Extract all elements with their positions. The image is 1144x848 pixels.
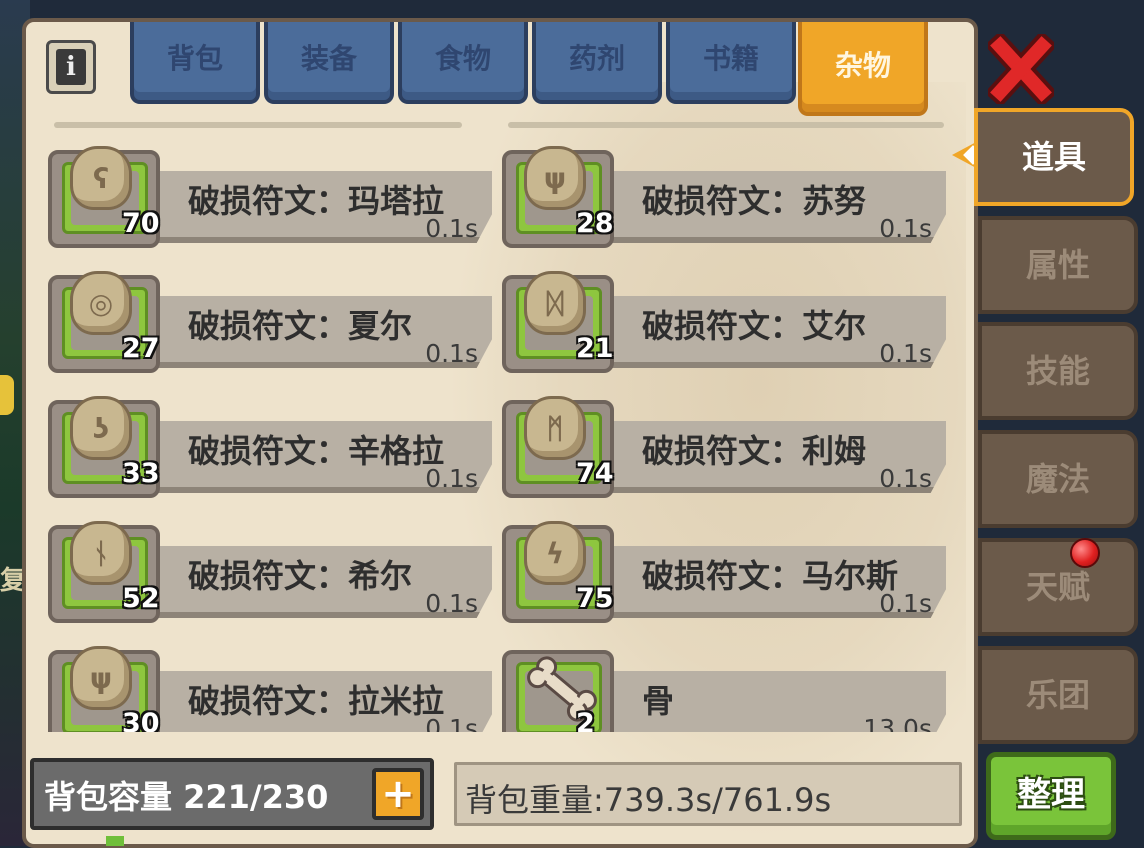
item-weight: 0.1s	[425, 714, 478, 732]
side-tab-label: 天赋	[1025, 568, 1090, 606]
side-tab-label: 乐团	[1025, 676, 1090, 714]
item-count: 70	[122, 208, 160, 239]
tab-label: 背包	[166, 42, 223, 75]
capacity-label: 背包容量 221/230	[44, 778, 329, 816]
item-name: 破损符文：希尔	[188, 557, 413, 595]
sort-button[interactable]: 整理	[986, 752, 1116, 840]
item-weight: 0.1s	[425, 464, 478, 493]
item-count: 28	[576, 208, 614, 239]
list-item[interactable]: ◎ 27 破损符文：夏尔 0.1s	[48, 271, 498, 379]
item-weight: 0.1s	[879, 589, 932, 618]
list-item[interactable]: ᛗ 74 破损符文：利姆 0.1s	[502, 396, 952, 504]
list-item[interactable]: ψ 28 破损符文：苏努 0.1s	[502, 146, 952, 254]
item-name: 破损符文：夏尔	[188, 307, 413, 345]
side-tab-attributes[interactable]: 属性	[978, 216, 1138, 314]
item-name: 破损符文：艾尔	[642, 307, 867, 345]
item-name: 骨	[642, 682, 675, 720]
item-name: 破损符文：辛格拉	[188, 432, 445, 470]
side-tab-label: 属性	[1025, 246, 1090, 284]
item-weight: 0.1s	[879, 214, 932, 243]
capacity-box: 背包容量 221/230 +	[30, 758, 434, 830]
side-tab-label: 技能	[1025, 352, 1090, 390]
rune-icon: ᛗ	[524, 396, 586, 460]
item-count: 33	[122, 458, 160, 489]
info-button[interactable]: i	[46, 40, 96, 94]
item-count: 21	[576, 333, 614, 364]
tab-food[interactable]: 食物	[398, 22, 528, 104]
info-icon: i	[56, 49, 86, 85]
bottom-decoration	[106, 836, 124, 846]
item-weight: 0.1s	[425, 214, 478, 243]
item-name: 破损符文：马尔斯	[642, 557, 899, 595]
plus-icon: +	[381, 771, 415, 817]
list-item[interactable]: ᚾ 52 破损符文：希尔 0.1s	[48, 521, 498, 629]
rune-icon: ᛞ	[524, 271, 586, 335]
inventory-panel: i 背包 装备 食物 药剂 书籍 杂物 ʕ 70 破损符文：玛塔拉 0.1s ψ…	[22, 18, 978, 848]
star-decoration	[0, 375, 14, 415]
item-count: 27	[122, 333, 160, 364]
side-tab-skills[interactable]: 技能	[978, 322, 1138, 420]
close-icon[interactable]	[988, 34, 1054, 104]
list-item[interactable]: ϟ 75 破损符文：马尔斯 0.1s	[502, 521, 952, 629]
rune-icon: ψ	[524, 146, 586, 210]
rune-icon: ʖ	[70, 396, 132, 460]
side-tab-label: 魔法	[1025, 460, 1090, 498]
item-count: 30	[122, 708, 160, 732]
notification-dot	[1070, 538, 1100, 568]
item-weight: 0.1s	[425, 589, 478, 618]
side-tab-band[interactable]: 乐团	[978, 646, 1138, 744]
rune-icon: ʕ	[70, 146, 132, 210]
tab-backpack[interactable]: 背包	[130, 22, 260, 104]
list-item[interactable]: ᛞ 21 破损符文：艾尔 0.1s	[502, 271, 952, 379]
tab-label: 书籍	[702, 42, 759, 75]
rune-icon: ϟ	[524, 521, 586, 585]
item-count: 75	[576, 583, 614, 614]
item-name: 破损符文：拉米拉	[188, 682, 445, 720]
tab-misc[interactable]: 杂物	[798, 22, 928, 116]
item-count: 2	[576, 708, 595, 732]
item-weight: 0.1s	[425, 339, 478, 368]
item-count: 74	[576, 458, 614, 489]
weight-label: 背包重量:739.3s/761.9s	[465, 781, 832, 819]
item-name: 破损符文：苏努	[642, 182, 867, 220]
tab-equipment[interactable]: 装备	[264, 22, 394, 104]
item-name: 破损符文：利姆	[642, 432, 867, 470]
sort-button-label: 整理	[1017, 775, 1085, 815]
item-count: 52	[122, 583, 160, 614]
rune-icon: ψ	[70, 646, 132, 710]
list-item[interactable]: ψ 30 破损符文：拉米拉 0.1s	[48, 646, 498, 732]
item-list[interactable]: ʕ 70 破损符文：玛塔拉 0.1s ψ 28 破损符文：苏努 0.1s ◎ 2…	[26, 120, 974, 732]
list-item[interactable]: ʖ 33 破损符文：辛格拉 0.1s	[48, 396, 498, 504]
item-weight: 0.1s	[879, 464, 932, 493]
item-weight: 0.1s	[879, 339, 932, 368]
side-tab-label: 道具	[1021, 138, 1086, 176]
list-item[interactable]: ʕ 70 破损符文：玛塔拉 0.1s	[48, 146, 498, 254]
weight-box: 背包重量:739.3s/761.9s	[454, 762, 962, 826]
tab-label: 食物	[434, 42, 491, 75]
side-tab-items[interactable]: 道具	[974, 108, 1134, 206]
tab-label: 装备	[300, 42, 357, 75]
item-weight: 13.0s	[863, 714, 932, 732]
item-name: 破损符文：玛塔拉	[188, 182, 445, 220]
side-tab-magic[interactable]: 魔法	[978, 430, 1138, 528]
tab-potions[interactable]: 药剂	[532, 22, 662, 104]
rune-icon: ᚾ	[70, 521, 132, 585]
expand-capacity-button[interactable]: +	[372, 768, 424, 820]
tab-label: 药剂	[568, 42, 625, 75]
side-tab-talents[interactable]: 天赋	[978, 538, 1138, 636]
tab-books[interactable]: 书籍	[666, 22, 796, 104]
list-item[interactable]: 2 骨 13.0s	[502, 650, 952, 732]
tab-label: 杂物	[834, 49, 891, 82]
rune-icon: ◎	[70, 271, 132, 335]
